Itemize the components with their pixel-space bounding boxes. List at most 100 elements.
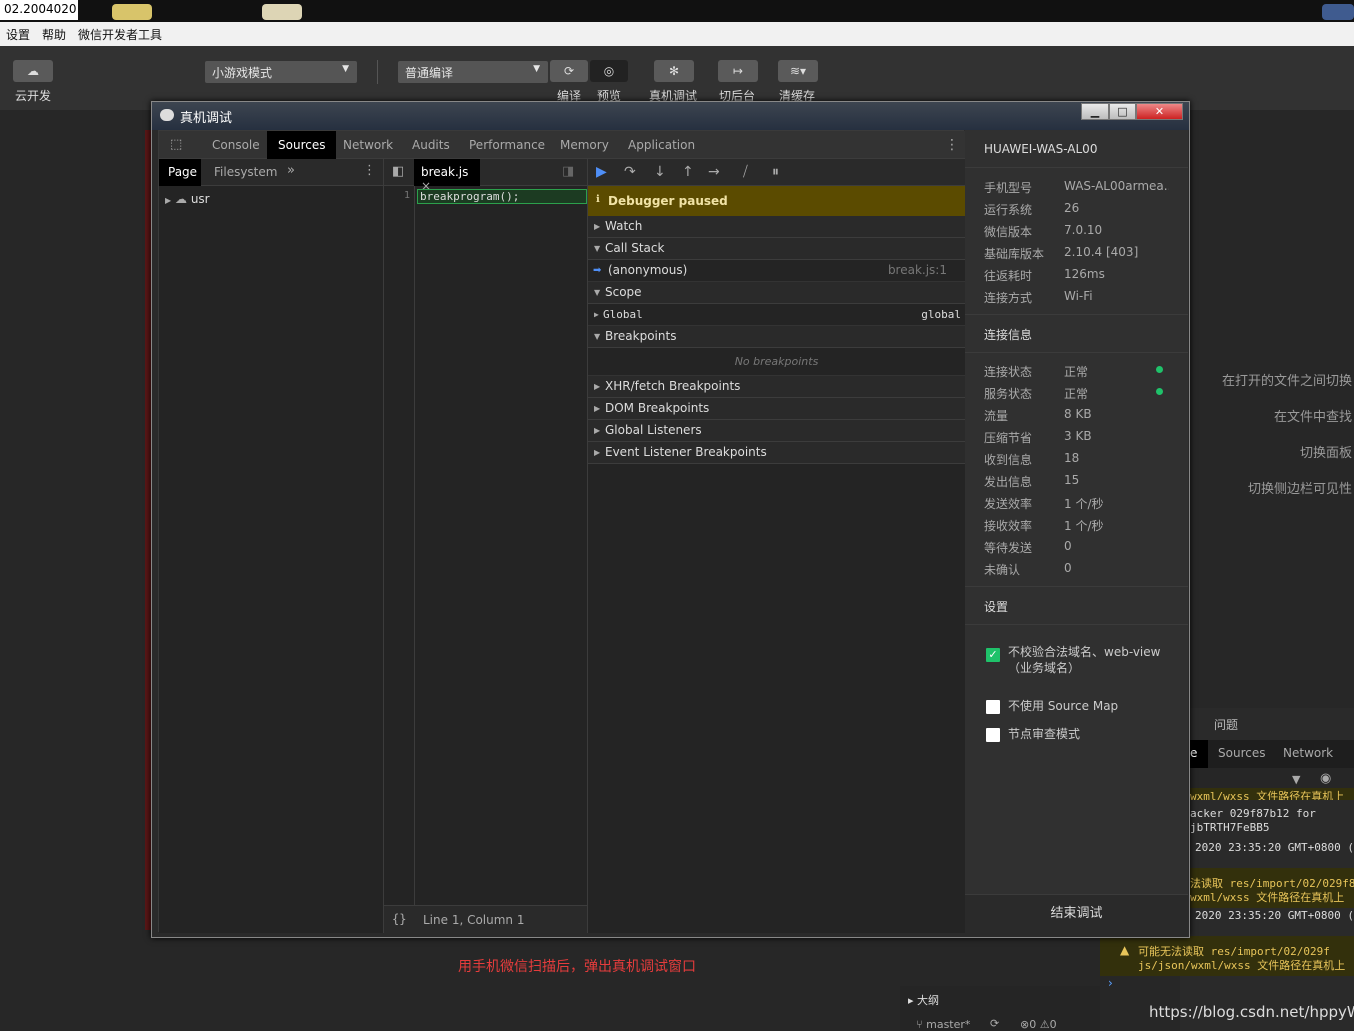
paused-text: Debugger paused xyxy=(608,194,728,208)
step-out-icon[interactable]: ↑ xyxy=(682,164,694,180)
pause-exceptions-icon[interactable]: ⏸ xyxy=(772,164,779,180)
cloud-button[interactable]: ☁ xyxy=(13,60,53,82)
step-over-icon[interactable]: ↷ xyxy=(624,164,636,180)
conn-value: 正常 xyxy=(1064,365,1089,379)
compile-button[interactable]: ⟳ xyxy=(550,60,588,82)
chevron-down-icon[interactable]: ▼ xyxy=(1292,773,1300,786)
scope-row[interactable]: ▶ Global global xyxy=(588,304,965,326)
console-line: 2020 23:35:20 GMT+0800 ( xyxy=(1195,841,1354,854)
menu-settings[interactable]: 设置 xyxy=(6,26,30,43)
maximize-button[interactable]: □ xyxy=(1109,103,1136,120)
section-call-stack[interactable]: ▼ Call Stack xyxy=(588,238,965,260)
section-label: Scope xyxy=(605,285,642,299)
branch-status[interactable]: ⑂ master* xyxy=(916,1018,970,1031)
code-line[interactable]: breakprogram(); xyxy=(417,189,587,204)
no-breakpoints: No breakpoints xyxy=(588,348,965,376)
tab-problems[interactable]: 问题 xyxy=(1214,716,1238,733)
tab-performance[interactable]: Performance xyxy=(458,131,556,159)
eye-icon[interactable]: ◉ xyxy=(1320,771,1331,786)
debugger-pane: ▶ ↷ ↓ ↑ → ⧸ ⏸ ℹ Debugger paused ▶ Watch ▼… xyxy=(587,159,965,933)
conn-key: 发送效率 xyxy=(984,497,1033,511)
menu-help[interactable]: 帮助 xyxy=(42,26,66,43)
tab-audits[interactable]: Audits xyxy=(401,131,461,159)
more-vert-icon[interactable]: ⋮ xyxy=(363,163,376,178)
conn-value: 0 xyxy=(1064,561,1072,575)
problems-status[interactable]: ⊗0 ⚠0 xyxy=(1020,1018,1057,1031)
tab-page[interactable]: Page xyxy=(159,159,201,186)
dialog-titlebar[interactable]: 真机调试 ▁ □ ✕ xyxy=(152,102,1189,130)
clear-cache-button[interactable]: ≋▾ xyxy=(778,60,818,82)
conn-value: 3 KB xyxy=(1064,429,1092,443)
format-icon[interactable]: {} xyxy=(392,912,406,926)
section-scope[interactable]: ▼ Scope xyxy=(588,282,965,304)
tab-network[interactable]: Network xyxy=(332,131,404,159)
section-event-listener-breakpoints[interactable]: ▶ Event Listener Breakpoints xyxy=(588,442,965,464)
chevron-right-icon: ▶ xyxy=(594,426,601,435)
frame-location[interactable]: break.js:1 xyxy=(888,260,947,281)
tab-console[interactable]: Console xyxy=(201,131,271,159)
prompt-icon[interactable]: › xyxy=(1108,976,1113,990)
checkbox-no-source-map[interactable] xyxy=(986,700,1000,714)
menu-devtools[interactable]: 微信开发者工具 xyxy=(78,26,162,43)
section-dom-breakpoints[interactable]: ▶ DOM Breakpoints xyxy=(588,398,965,420)
navigator-tabs: Page Filesystem » ⋮ xyxy=(159,159,383,186)
section-xhr-breakpoints[interactable]: ▶ XHR/fetch Breakpoints xyxy=(588,376,965,398)
devtools: ⬚ Console Sources Network Audits Perform… xyxy=(158,130,965,933)
setting-label: 不使用 Source Map xyxy=(1008,699,1119,713)
warning-icon: ⚠ xyxy=(1039,1018,1050,1031)
section-breakpoints[interactable]: ▼ Breakpoints xyxy=(588,326,965,348)
info-value: Wi-Fi xyxy=(1064,289,1093,303)
section-watch[interactable]: ▶ Watch xyxy=(588,216,965,238)
info-value: 26 xyxy=(1064,201,1080,215)
device-name: HUAWEI-WAS-AL00 xyxy=(984,142,1098,156)
conn-key: 连接状态 xyxy=(984,365,1033,379)
hint-switch-files: 在打开的文件之间切换 xyxy=(1221,374,1352,389)
more-tabs-icon[interactable]: » xyxy=(287,163,295,178)
tab-application[interactable]: Application xyxy=(617,131,706,159)
tab-sources[interactable]: Sources xyxy=(1218,746,1265,760)
window-titlebar: 02.2004020 xyxy=(0,0,1354,22)
divider xyxy=(965,586,1188,587)
warning-count: 0 xyxy=(1049,1018,1057,1031)
tab-memory[interactable]: Memory xyxy=(549,131,620,159)
close-button[interactable]: ✕ xyxy=(1136,103,1183,120)
dialog-title: 真机调试 xyxy=(180,111,233,126)
tree-item-usr[interactable]: ▶ ☁ usr xyxy=(165,192,210,206)
chevron-down-icon: ▼ xyxy=(533,64,540,74)
section-global-listeners[interactable]: ▶ Global Listeners xyxy=(588,420,965,442)
deactivate-breakpoints-icon[interactable]: ⧸ xyxy=(743,164,748,180)
error-count: 0 xyxy=(1029,1018,1037,1031)
cloud-icon: ☁ xyxy=(27,64,39,78)
compile-select[interactable]: 普通编译 ▼ xyxy=(398,61,548,83)
tree-item-label: usr xyxy=(190,192,210,206)
conn-value: 15 xyxy=(1064,473,1080,487)
step-into-icon[interactable]: ↓ xyxy=(654,164,666,180)
mode-select[interactable]: 小游戏模式 ▼ xyxy=(205,61,357,83)
background-button[interactable]: ↦ xyxy=(718,60,758,82)
tab-network[interactable]: Network xyxy=(1283,746,1333,760)
preview-button[interactable]: ◎ xyxy=(590,60,628,82)
inspect-icon[interactable]: ⬚ xyxy=(159,131,189,159)
tab-filesystem[interactable]: Filesystem xyxy=(214,165,277,179)
checkbox-skip-domain-check[interactable]: ✓ xyxy=(986,648,1000,662)
conn-value: 1 个/秒 xyxy=(1064,497,1104,511)
step-icon[interactable]: → xyxy=(708,164,720,180)
call-frame[interactable]: ➡ (anonymous) break.js:1 xyxy=(588,260,965,282)
minimize-button[interactable]: ▁ xyxy=(1081,103,1109,120)
checkbox-node-inspect[interactable] xyxy=(986,728,1000,742)
info-value: WAS-AL00armea... xyxy=(1064,179,1169,193)
file-tab-break[interactable]: break.js × xyxy=(414,159,480,193)
chevron-right-icon: ▶ xyxy=(165,196,172,205)
conn-key: 收到信息 xyxy=(984,453,1033,467)
resume-icon[interactable]: ▶ xyxy=(596,164,607,180)
toggle-navigator-icon[interactable]: ◧ xyxy=(392,164,404,179)
real-debug-button[interactable]: ✻ xyxy=(654,60,694,82)
info-value: 2.10.4 [403] xyxy=(1064,245,1139,259)
toggle-debugger-icon[interactable]: ◨ xyxy=(562,164,574,179)
file-tab-label: break.js xyxy=(421,165,469,179)
sync-icon[interactable]: ⟳ xyxy=(990,1017,999,1030)
end-debug-button[interactable]: 结束调试 xyxy=(965,894,1188,932)
outline-title[interactable]: ▸ 大纲 xyxy=(908,992,939,1008)
tab-sources[interactable]: Sources xyxy=(267,131,337,159)
info-value: 126ms xyxy=(1064,267,1105,281)
